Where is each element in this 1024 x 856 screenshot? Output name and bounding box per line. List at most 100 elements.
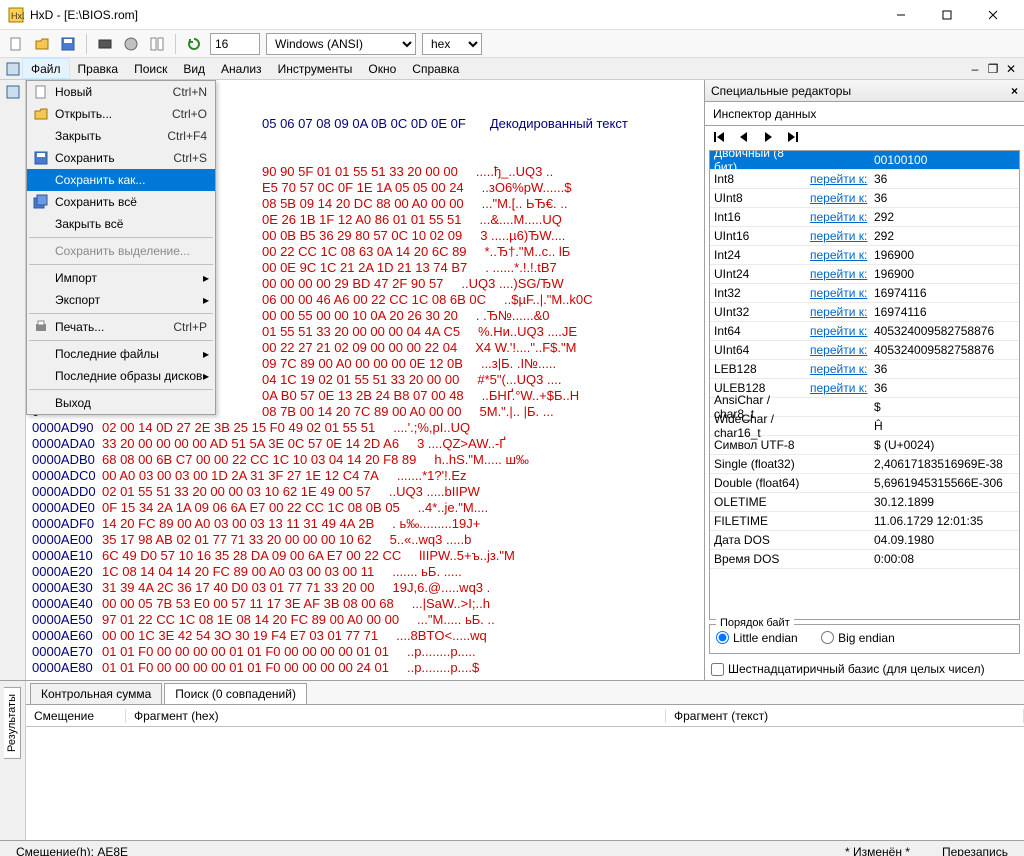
inspector-panel: Специальные редакторы × Инспектор данных… — [704, 80, 1024, 680]
inspector-row[interactable]: OLETIME30.12.1899 — [710, 493, 1019, 512]
inspector-row[interactable]: LEB128перейти к:36 — [710, 360, 1019, 379]
menuitem[interactable]: Сохранить всё — [27, 191, 215, 213]
inspector-row[interactable]: UInt32перейти к:16974116 — [710, 303, 1019, 322]
inspector-row[interactable]: Int16перейти к:292 — [710, 208, 1019, 227]
close-button[interactable] — [970, 0, 1016, 30]
inspector-grid[interactable]: Двоичный (8 бит)00100100Int8перейти к:36… — [709, 150, 1020, 620]
hex-row[interactable]: 0000ADC000 A0 03 00 03 00 1D 2A 31 3F 27… — [32, 468, 698, 484]
ram-icon[interactable] — [95, 34, 115, 54]
save-icon[interactable] — [58, 34, 78, 54]
saveall-icon — [33, 194, 49, 210]
panel-close-icon[interactable]: × — [1011, 84, 1018, 98]
hex-row[interactable]: 0000AE7001 01 F0 00 00 00 00 01 01 F0 00… — [32, 644, 698, 660]
hex-row[interactable]: 0000AE5097 01 22 CC 1C 08 1E 08 14 20 FC… — [32, 612, 698, 628]
last-icon[interactable] — [785, 130, 799, 147]
menuitem[interactable]: ЗакрытьCtrl+F4 — [27, 125, 215, 147]
inspector-row[interactable]: UInt64перейти к:405324009582758876 — [710, 341, 1019, 360]
hex-row[interactable]: 0000ADD002 01 55 51 33 20 00 00 03 10 62… — [32, 484, 698, 500]
inspector-row[interactable]: Int24перейти к:196900 — [710, 246, 1019, 265]
next-icon[interactable] — [761, 130, 775, 147]
menuitem[interactable]: Последние образы дисков▸ — [27, 365, 215, 387]
menu-поиск[interactable]: Поиск — [126, 58, 175, 79]
minimize-button[interactable] — [878, 0, 924, 30]
menu-вид[interactable]: Вид — [175, 58, 213, 79]
menuitem[interactable]: Импорт▸ — [27, 267, 215, 289]
bytes-per-row-input[interactable] — [210, 33, 260, 55]
checksum-tab[interactable]: Контрольная сумма — [30, 683, 162, 704]
mdi-restore-button[interactable]: ❐ — [984, 58, 1002, 79]
mdi-minimize-button[interactable]: ‒ — [966, 58, 984, 79]
menuitem[interactable]: Последние файлы▸ — [27, 343, 215, 365]
hex-row[interactable]: 0000ADE00F 15 34 2A 1A 09 06 6A E7 00 22… — [32, 500, 698, 516]
open-icon — [33, 106, 49, 122]
left-gutter — [0, 80, 26, 680]
inspector-row[interactable]: UInt16перейти к:292 — [710, 227, 1019, 246]
menuitem[interactable]: Печать...Ctrl+P — [27, 316, 215, 338]
maximize-button[interactable] — [924, 0, 970, 30]
menuitem[interactable]: Открыть...Ctrl+O — [27, 103, 215, 125]
big-endian-radio[interactable]: Big endian — [821, 631, 895, 645]
hex-row[interactable]: 0000AE3031 39 4A 2C 36 17 40 D0 03 01 77… — [32, 580, 698, 596]
inspector-row[interactable]: WideChar / char16_tĤ — [710, 417, 1019, 436]
results-side-tab[interactable]: Результаты — [0, 681, 26, 840]
menu-правка[interactable]: Правка — [70, 58, 127, 79]
first-icon[interactable] — [713, 130, 727, 147]
inspector-tab[interactable]: Инспектор данных — [705, 102, 1024, 126]
concat-icon[interactable] — [147, 34, 167, 54]
inspector-row[interactable]: Double (float64)5,6961945315566E-306 — [710, 474, 1019, 493]
hex-row[interactable]: 0000AE6000 00 1C 3E 42 54 3О 30 19 F4 E7… — [32, 628, 698, 644]
inspector-row[interactable]: Int64перейти к:405324009582758876 — [710, 322, 1019, 341]
toolbar: Windows (ANSI) hex — [0, 30, 1024, 58]
disk-icon[interactable] — [121, 34, 141, 54]
hex-row[interactable]: 0000AE106C 49 D0 57 10 16 35 28 DA 09 00… — [32, 548, 698, 564]
hex-row[interactable]: 0000ADF014 20 FC 89 00 A0 03 00 03 13 11… — [32, 516, 698, 532]
search-results-tab[interactable]: Поиск (0 совпадений) — [164, 683, 307, 704]
menu-справка[interactable]: Справка — [404, 58, 467, 79]
inspector-nav — [705, 126, 1024, 150]
menuitem[interactable]: Сохранить как... — [27, 169, 215, 191]
new-icon[interactable] — [6, 34, 26, 54]
inspector-row[interactable]: Время DOS0:00:08 — [710, 550, 1019, 569]
hex-row[interactable]: 0000ADB068 08 00 6B C7 00 00 22 CC 1C 10… — [32, 452, 698, 468]
menuitem[interactable]: Выход — [27, 392, 215, 414]
numbase-select[interactable]: hex — [422, 33, 482, 55]
titlebar: HxD HxD - [E:\BIOS.rom] — [0, 0, 1024, 30]
encoding-select[interactable]: Windows (ANSI) — [266, 33, 416, 55]
window-title: HxD - [E:\BIOS.rom] — [30, 8, 878, 22]
inspector-row[interactable]: Int8перейти к:36 — [710, 170, 1019, 189]
menuitem[interactable]: Закрыть всё — [27, 213, 215, 235]
refresh-icon[interactable] — [184, 34, 204, 54]
menu-анализ[interactable]: Анализ — [213, 58, 270, 79]
hex-row[interactable]: 0000ADA033 20 00 00 00 00 AD 51 5A 3E 0C… — [32, 436, 698, 452]
little-endian-radio[interactable]: Little endian — [716, 631, 798, 645]
statusbar: Смещение(h): AE8E * Изменён * Перезапись — [0, 840, 1024, 856]
file-tab-icon[interactable] — [5, 84, 21, 103]
hex-row[interactable]: 0000AE4000 00 05 7B 53 E0 00 57 11 17 3E… — [32, 596, 698, 612]
prev-icon[interactable] — [737, 130, 751, 147]
inspector-row[interactable]: Int32перейти к:16974116 — [710, 284, 1019, 303]
inspector-row[interactable]: FILETIME11.06.1729 12:01:35 — [710, 512, 1019, 531]
bottom-panel: Результаты Контрольная сумма Поиск (0 со… — [0, 680, 1024, 840]
inspector-row[interactable]: Дата DOS04.09.1980 — [710, 531, 1019, 550]
hex-row[interactable]: 0000AE0035 17 98 AB 02 01 77 71 33 20 00… — [32, 532, 698, 548]
open-icon[interactable] — [32, 34, 52, 54]
menu-инструменты[interactable]: Инструменты — [270, 58, 361, 79]
menuitem[interactable]: НовыйCtrl+N — [27, 81, 215, 103]
status-offset: Смещение(h): AE8E — [8, 845, 136, 856]
menuitem[interactable]: СохранитьCtrl+S — [27, 147, 215, 169]
mdi-close-button[interactable]: ✕ — [1002, 58, 1020, 79]
hex-row[interactable]: 0000AD9002 00 14 0D 27 2E 3B 25 15 F0 49… — [32, 420, 698, 436]
menu-файл[interactable]: Файл — [22, 58, 70, 79]
menuitem[interactable]: Экспорт▸ — [27, 289, 215, 311]
hex-editor[interactable]: 05 06 07 08 09 0A 0B 0C 0D 0E 0FДекодиро… — [26, 80, 704, 680]
hex-row[interactable]: 0000AE8001 01 F0 00 00 00 00 01 01 F0 00… — [32, 660, 698, 676]
inspector-row[interactable]: Single (float32)2,40617183516969E-38 — [710, 455, 1019, 474]
hex-basis-checkbox[interactable]: Шестнадцатиричный базис (для целых чисел… — [705, 658, 1024, 680]
inspector-row[interactable]: UInt8перейти к:36 — [710, 189, 1019, 208]
menu-окно[interactable]: Окно — [360, 58, 404, 79]
results-list[interactable] — [26, 727, 1024, 840]
inspector-row[interactable]: Двоичный (8 бит)00100100 — [710, 151, 1019, 170]
hex-row[interactable]: 0000AE201C 08 14 04 14 20 FC 89 00 A0 03… — [32, 564, 698, 580]
inspector-row[interactable]: UInt24перейти к:196900 — [710, 265, 1019, 284]
inspector-row[interactable]: Символ UTF-8$ (U+0024) — [710, 436, 1019, 455]
